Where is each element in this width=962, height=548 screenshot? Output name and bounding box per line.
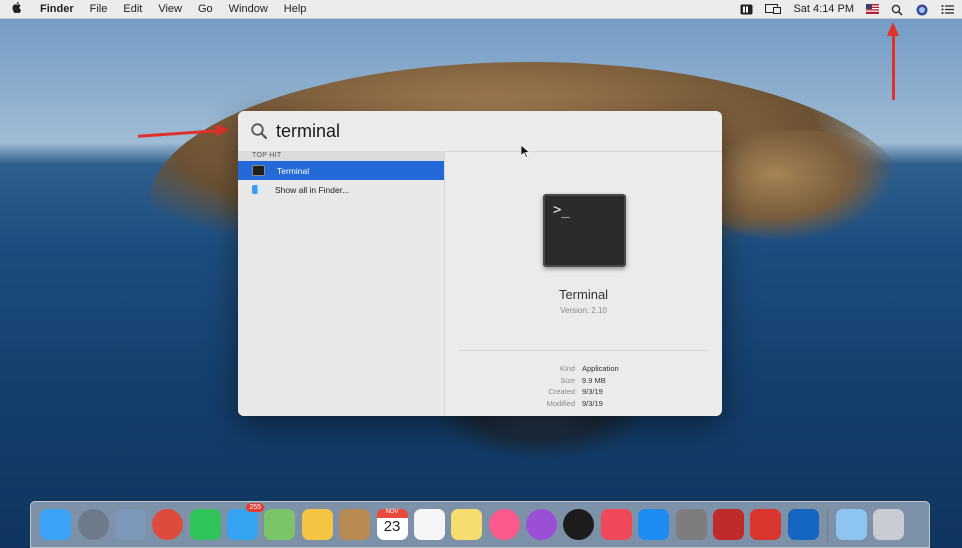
calendar-day: 23 — [383, 518, 401, 535]
mindnode-icon[interactable] — [750, 509, 782, 540]
contacts-icon[interactable] — [339, 509, 371, 540]
facetime-icon[interactable] — [189, 509, 221, 540]
meta-key: Modified — [546, 398, 575, 408]
filezilla-icon[interactable] — [712, 509, 744, 540]
maps-icon[interactable] — [264, 509, 296, 540]
meta-value: 9/3/19 — [582, 387, 603, 396]
meta-row-modified: Modified 9/3/19 — [445, 398, 722, 410]
launchpad-icon[interactable] — [77, 509, 109, 540]
apple-logo-icon[interactable] — [0, 0, 32, 18]
preview-app-version: Version: 2.10 — [560, 306, 607, 315]
spotlight-preview-pane: >_ Terminal Version: 2.10 Kind Applicati… — [445, 145, 722, 416]
menu-window[interactable]: Window — [221, 0, 276, 18]
spotlight-window: TOP HIT Terminal Show all in Finder... >… — [238, 111, 722, 416]
spotlight-results-list: TOP HIT Terminal Show all in Finder... — [238, 151, 445, 416]
menu-view[interactable]: View — [150, 0, 190, 18]
calendar-month: NOV — [376, 509, 408, 518]
menu-app-finder[interactable]: Finder — [32, 0, 82, 18]
result-terminal[interactable]: Terminal — [238, 161, 444, 180]
reminders-icon[interactable] — [413, 509, 445, 540]
preview-metadata: Kind Application Size 9.9 MB Created 9/3… — [445, 363, 722, 409]
menu-bar: Finder File Edit View Go Window Help Sat… — [0, 0, 962, 19]
calendar-icon[interactable]: NOV 23 — [376, 509, 408, 540]
mouse-cursor-icon — [521, 145, 530, 158]
section-title-top-hit: TOP HIT — [238, 151, 444, 161]
menu-help[interactable]: Help — [276, 0, 315, 18]
meta-key: Created — [548, 387, 575, 396]
result-show-all-in-finder[interactable]: Show all in Finder... — [238, 180, 444, 199]
result-label: Show all in Finder... — [275, 184, 350, 195]
siri-icon[interactable] — [916, 4, 929, 15]
dock-separator — [826, 507, 828, 542]
news-icon[interactable] — [600, 509, 632, 540]
notification-center-icon[interactable] — [941, 4, 954, 15]
preview-app-name: Terminal — [558, 287, 609, 302]
messages-icon[interactable]: 255 — [227, 503, 265, 540]
podcasts-icon[interactable] — [526, 509, 558, 540]
us-flag-input-icon[interactable] — [866, 3, 879, 15]
annotation-arrow-to-spotlight-icon — [887, 22, 899, 100]
spotlight-search-input[interactable] — [274, 119, 698, 143]
menu-file[interactable]: File — [82, 0, 116, 18]
meta-value: 9.9 MB — [582, 375, 606, 385]
apple-tv-icon[interactable] — [563, 509, 595, 540]
meta-row-created: Created 9/3/19 — [445, 386, 722, 398]
meta-value: 9/3/19 — [582, 398, 603, 408]
terminal-icon — [252, 165, 265, 176]
meta-key: Size — [560, 375, 575, 385]
messages-badge: 255 — [246, 503, 265, 512]
wallpaper-cliff — [700, 130, 890, 240]
meta-row-size: Size 9.9 MB — [445, 375, 722, 387]
terminal-app-icon: >_ — [543, 194, 626, 267]
display-mirroring-icon[interactable] — [765, 3, 782, 15]
terminal-prompt: >_ — [553, 202, 570, 218]
menu-edit[interactable]: Edit — [115, 0, 150, 18]
preview-icon[interactable] — [114, 509, 146, 540]
outlook-icon[interactable] — [787, 509, 819, 540]
notes-icon[interactable] — [451, 509, 483, 540]
menu-extra-icon[interactable] — [740, 4, 753, 15]
finder-icon[interactable] — [40, 509, 72, 540]
spotlight-search-bar — [238, 111, 722, 152]
menu-bar-status-area: Sat 4:14 PM — [740, 0, 954, 18]
system-preferences-icon[interactable] — [675, 509, 707, 540]
chrome-icon[interactable] — [152, 509, 184, 540]
meta-row-kind: Kind Application — [445, 363, 722, 375]
menu-clock[interactable]: Sat 4:14 PM — [793, 3, 854, 15]
downloads-folder-icon[interactable] — [836, 509, 868, 540]
meta-value: Application — [582, 364, 619, 373]
finder-icon — [252, 185, 263, 194]
dock: 255 NOV 23 — [30, 501, 930, 548]
search-icon — [250, 122, 268, 140]
photos-icon[interactable] — [301, 509, 333, 540]
menu-go[interactable]: Go — [190, 0, 221, 18]
trash-icon[interactable] — [873, 509, 905, 540]
itunes-icon[interactable] — [488, 509, 520, 540]
spotlight-search-icon[interactable] — [891, 4, 904, 16]
app-store-icon[interactable] — [638, 509, 670, 540]
preview-divider — [459, 350, 708, 351]
result-label: Terminal — [277, 165, 310, 176]
meta-key: Kind — [559, 364, 575, 373]
